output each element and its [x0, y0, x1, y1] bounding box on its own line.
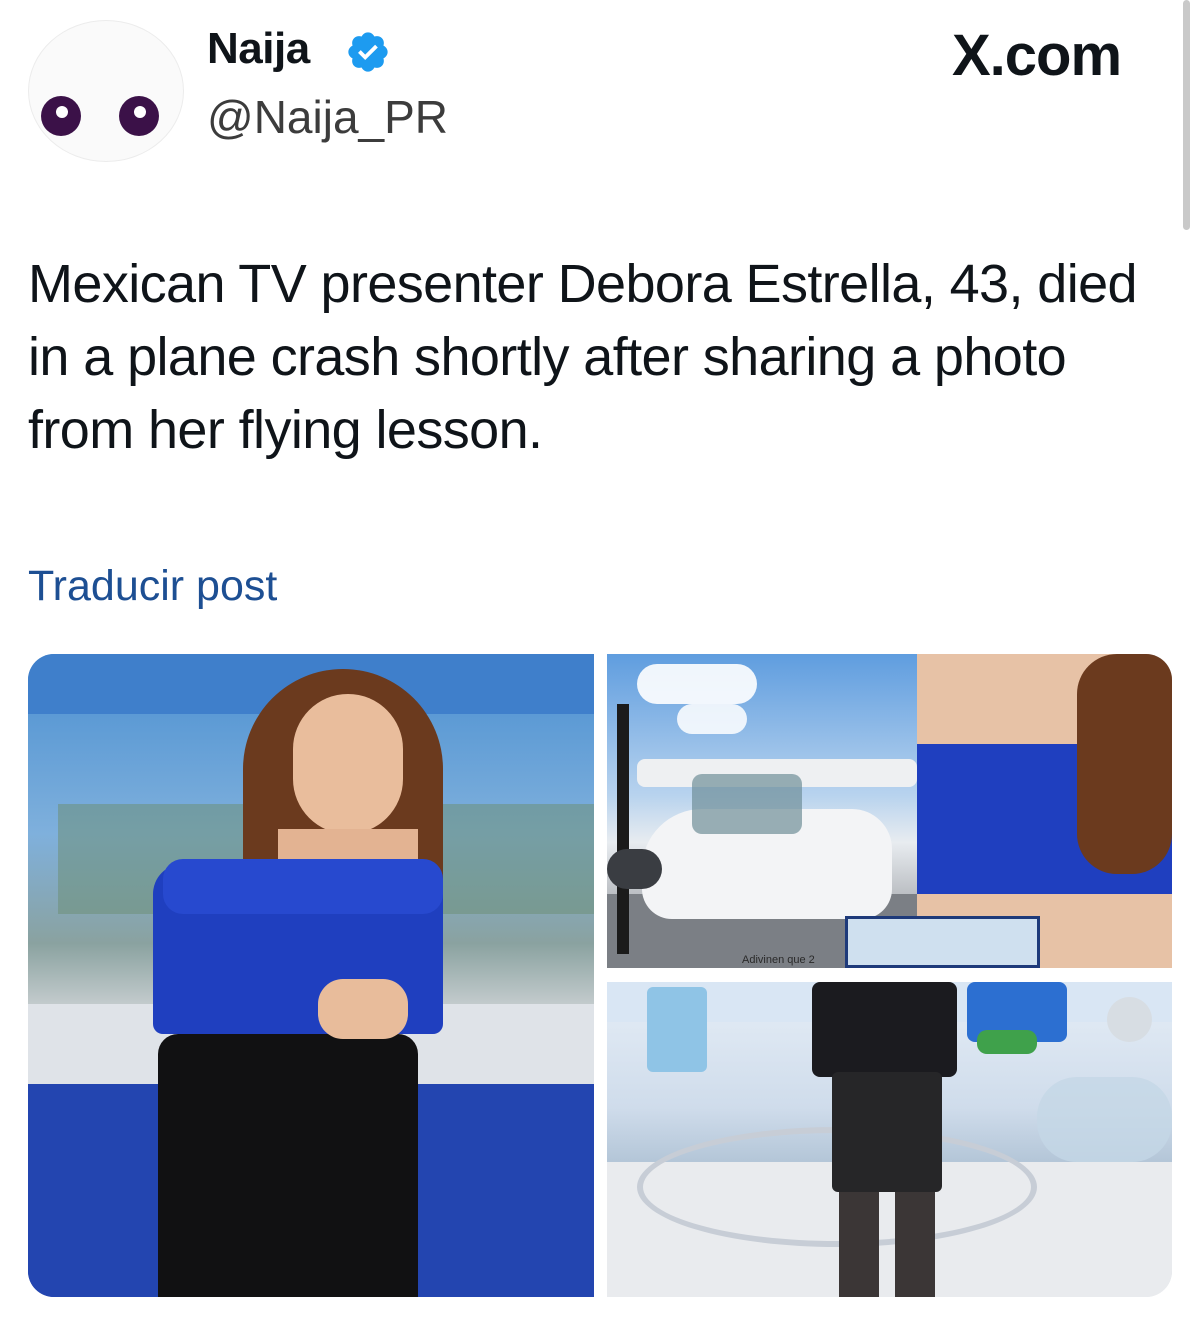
verified-badge-icon: [348, 32, 388, 72]
post-text: Mexican TV presenter Debora Estrella, 43…: [28, 254, 1138, 460]
translate-link[interactable]: Traducir post: [28, 562, 277, 611]
media-overlay-caption: Adivinen que 2: [742, 954, 815, 966]
brand-label: X.com: [952, 23, 1122, 88]
avatar-eye-right-icon: [119, 96, 159, 136]
handle[interactable]: @Naija_PR: [207, 90, 448, 144]
scrollbar[interactable]: [1183, 0, 1190, 230]
media-image-presenter-studio[interactable]: [28, 654, 594, 1297]
avatar-eye-left-icon: [41, 96, 81, 136]
media-image-plane[interactable]: Adivinen que 2: [607, 654, 1172, 968]
avatar[interactable]: [28, 20, 184, 162]
display-name[interactable]: Naija: [207, 24, 310, 74]
media-image-presenter-set[interactable]: [607, 982, 1172, 1297]
